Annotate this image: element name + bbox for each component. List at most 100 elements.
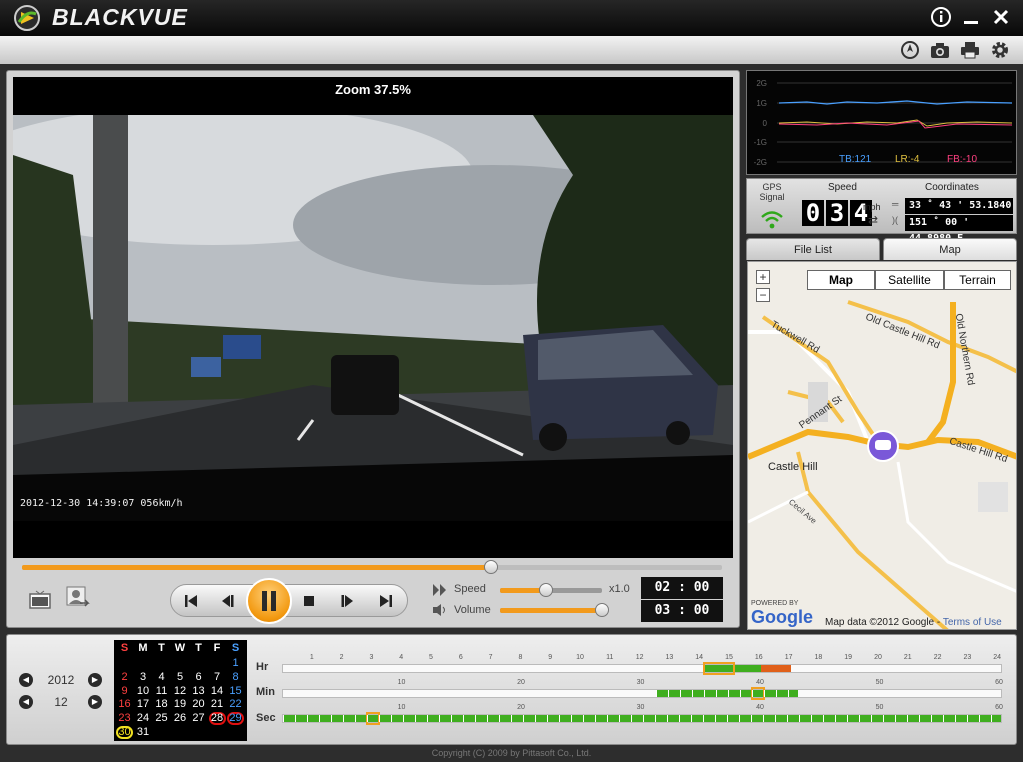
pause-button[interactable] — [246, 578, 292, 624]
speed-slider-handle[interactable] — [538, 583, 553, 597]
selected-second-marker[interactable] — [366, 712, 380, 725]
info-button[interactable] — [930, 6, 952, 28]
selected-minute-marker[interactable] — [751, 687, 765, 700]
timeline-tick-label: 10 — [397, 704, 406, 711]
second-divider — [643, 715, 644, 722]
hour-timeline[interactable] — [282, 662, 1002, 675]
calendar-day[interactable]: 22 — [227, 698, 244, 710]
g-axis-label: 0 — [763, 119, 768, 128]
minute-divider — [716, 690, 717, 697]
calendar-day[interactable]: 3 — [135, 671, 152, 683]
month-next-button[interactable]: ▶ — [88, 695, 102, 709]
second-divider — [895, 715, 896, 722]
video-frame[interactable] — [13, 115, 733, 521]
calendar-day[interactable]: 27 — [190, 712, 207, 724]
calendar-day[interactable]: 8 — [227, 671, 244, 683]
calendar-day[interactable]: 26 — [172, 712, 189, 724]
map-type-terrain-button[interactable]: Terrain — [944, 270, 1011, 290]
calendar-day[interactable]: 18 — [153, 698, 170, 710]
calendar-day[interactable]: 14 — [209, 685, 226, 697]
calendar-day[interactable]: 31 — [135, 726, 152, 738]
step-back-button[interactable] — [216, 590, 238, 612]
tab-map[interactable]: Map — [883, 238, 1017, 260]
calendar-day[interactable]: 12 — [172, 685, 189, 697]
toolbar — [0, 36, 1023, 64]
second-divider — [691, 715, 692, 722]
calendar-weekday-header: W — [174, 642, 186, 654]
second-divider — [979, 715, 980, 722]
calendar-day[interactable]: 25 — [153, 712, 170, 724]
unit-toggle-icon[interactable]: ⇄ — [868, 213, 878, 227]
calendar-day[interactable]: 24 — [135, 712, 152, 724]
timeline-tick-label: 24 — [993, 654, 1002, 661]
calendar-day[interactable]: 16 — [116, 698, 133, 710]
close-button[interactable] — [990, 6, 1012, 28]
calendar-day[interactable]: 5 — [172, 671, 189, 683]
second-divider — [427, 715, 428, 722]
calendar-day[interactable]: 11 — [153, 685, 170, 697]
calendar-day[interactable]: 6 — [190, 671, 207, 683]
volume-slider-handle[interactable] — [595, 603, 609, 617]
volume-slider-fill — [500, 608, 602, 613]
recording-segment-event[interactable] — [761, 665, 791, 672]
second-divider — [403, 715, 404, 722]
calendar-day[interactable]: 2 — [116, 671, 133, 683]
calendar-day[interactable]: 10 — [135, 685, 152, 697]
map-zoom-out-button[interactable]: − — [756, 288, 770, 302]
seek-handle[interactable] — [484, 560, 498, 574]
calendar-weekday-header: S — [231, 642, 240, 654]
minute-timeline[interactable] — [282, 687, 1002, 700]
second-divider — [667, 715, 668, 722]
second-divider — [523, 715, 524, 722]
map-terms-link[interactable]: Terms of Use — [943, 617, 1002, 628]
settings-gear-icon[interactable] — [989, 40, 1011, 60]
calendar-day[interactable]: 20 — [190, 698, 207, 710]
calendar-day[interactable]: 21 — [209, 698, 226, 710]
calendar-day[interactable]: 9 — [116, 685, 133, 697]
calendar-day[interactable]: 17 — [135, 698, 152, 710]
map-zoom-in-button[interactable]: + — [756, 270, 770, 284]
calendar-day[interactable]: 29 — [227, 712, 244, 726]
calendar-day[interactable]: 28 — [208, 712, 226, 726]
calendar-day[interactable]: 7 — [209, 671, 226, 683]
map-powered-by: POWERED BY — [751, 600, 799, 607]
speed-header: Speed — [828, 182, 857, 193]
timeline-tick-label: 50 — [875, 704, 884, 711]
second-divider — [655, 715, 656, 722]
fullscreen-icon[interactable] — [27, 588, 53, 612]
print-icon[interactable] — [959, 40, 981, 60]
calendar-day[interactable]: 1 — [227, 657, 244, 669]
previous-file-button[interactable] — [180, 590, 202, 612]
stop-button[interactable] — [298, 590, 320, 612]
camera-icon[interactable] — [929, 40, 951, 60]
video-overlay-timestamp: 2012-12-30 14:39:07 056km/h — [20, 498, 183, 509]
step-forward-icon — [341, 595, 353, 607]
year-next-button[interactable]: ▶ — [88, 673, 102, 687]
calendar-day[interactable]: 15 — [227, 685, 244, 697]
calendar-day[interactable]: 4 — [153, 671, 170, 683]
second-timeline[interactable] — [282, 712, 1002, 725]
calendar-day[interactable]: 23 — [116, 712, 133, 724]
minimize-button[interactable] — [960, 6, 982, 28]
tab-file-list[interactable]: File List — [746, 238, 880, 260]
driver-profile-icon[interactable] — [64, 585, 90, 611]
minute-divider — [776, 690, 777, 697]
gps-compass-icon[interactable] — [899, 40, 921, 60]
second-divider — [283, 715, 284, 722]
selected-hour-marker[interactable] — [703, 662, 735, 675]
month-prev-button[interactable]: ◀ — [19, 695, 33, 709]
year-prev-button[interactable]: ◀ — [19, 673, 33, 687]
step-forward-button[interactable] — [337, 590, 359, 612]
second-divider — [475, 715, 476, 722]
map-type-map-button[interactable]: Map — [807, 270, 875, 290]
timeline-tick-label: 60 — [995, 704, 1003, 711]
calendar-day[interactable]: 13 — [190, 685, 207, 697]
seek-bar[interactable] — [22, 560, 722, 574]
second-divider — [583, 715, 584, 722]
map-attribution-text: Map data ©2012 Google - — [825, 617, 943, 628]
calendar-day[interactable]: 30 — [116, 726, 133, 739]
map-view[interactable]: + − Map Satellite Terrain Tuckwell Rd Ol… — [747, 261, 1017, 630]
next-file-button[interactable] — [375, 590, 397, 612]
calendar-day[interactable]: 19 — [172, 698, 189, 710]
map-type-satellite-button[interactable]: Satellite — [875, 270, 944, 290]
